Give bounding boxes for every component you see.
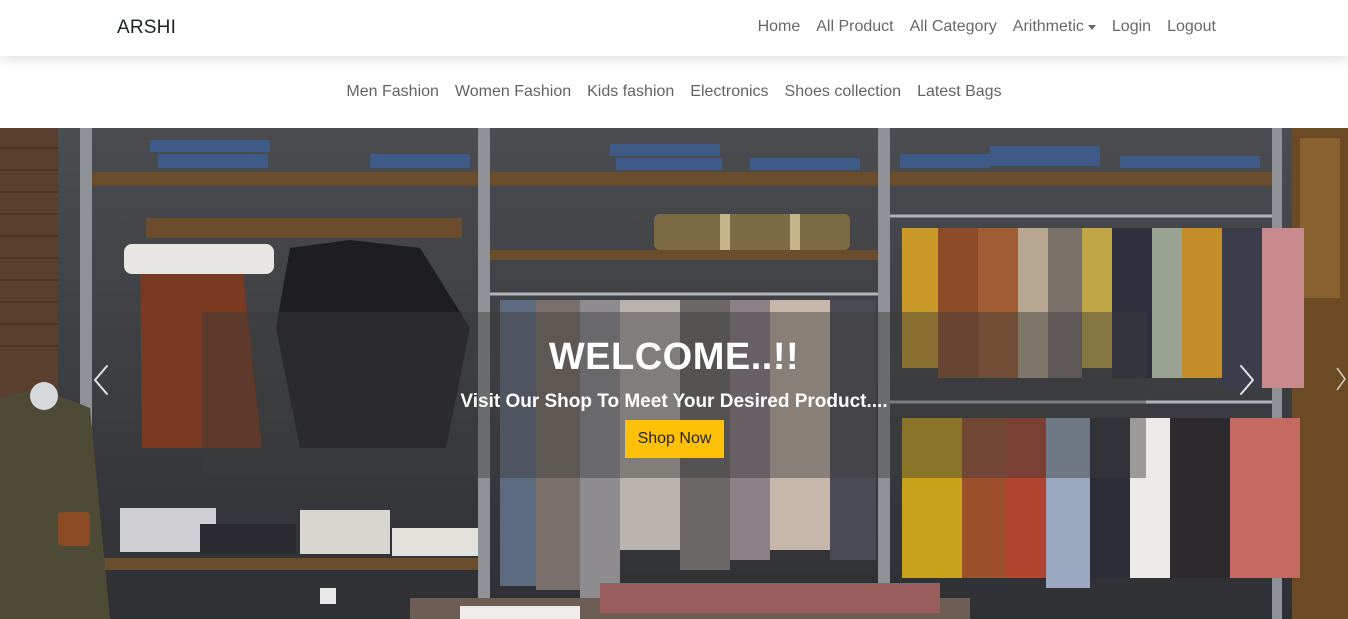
hero-title: WELCOME..!! xyxy=(548,336,800,378)
category-shoes-collection[interactable]: Shoes collection xyxy=(777,83,910,101)
chevron-left-icon xyxy=(94,365,108,395)
chevron-right-icon xyxy=(1240,365,1254,395)
top-navbar: ARSHI Home All Product All Category Arit… xyxy=(0,0,1348,56)
nav-arithmetic-dropdown[interactable]: Arithmetic xyxy=(1005,18,1104,36)
hero-carousel: WELCOME..!! Visit Our Shop To Meet Your … xyxy=(0,128,1348,619)
shop-now-button[interactable]: Shop Now xyxy=(625,420,724,458)
main-nav: Home All Product All Category Arithmetic… xyxy=(750,18,1224,36)
brand-logo[interactable]: ARSHI xyxy=(117,17,176,39)
nav-logout[interactable]: Logout xyxy=(1159,18,1224,36)
carousel-prev-button[interactable] xyxy=(86,360,116,400)
category-nav: Men Fashion Women Fashion Kids fashion E… xyxy=(0,56,1348,128)
caret-down-icon xyxy=(1087,24,1096,30)
nav-login[interactable]: Login xyxy=(1104,18,1159,36)
chevron-right-icon xyxy=(1336,367,1346,391)
nav-arithmetic-label: Arithmetic xyxy=(1012,18,1084,35)
category-electronics[interactable]: Electronics xyxy=(682,83,776,101)
nav-all-product[interactable]: All Product xyxy=(808,18,901,36)
hero-caption: WELCOME..!! Visit Our Shop To Meet Your … xyxy=(202,312,1146,478)
category-kids-fashion[interactable]: Kids fashion xyxy=(579,83,682,101)
hero-subtitle: Visit Our Shop To Meet Your Desired Prod… xyxy=(460,391,888,412)
category-men-fashion[interactable]: Men Fashion xyxy=(338,83,447,101)
carousel-next-button[interactable] xyxy=(1232,360,1262,400)
category-women-fashion[interactable]: Women Fashion xyxy=(447,83,579,101)
category-latest-bags[interactable]: Latest Bags xyxy=(909,83,1010,101)
nav-all-category[interactable]: All Category xyxy=(902,18,1005,36)
nav-home[interactable]: Home xyxy=(750,18,809,36)
